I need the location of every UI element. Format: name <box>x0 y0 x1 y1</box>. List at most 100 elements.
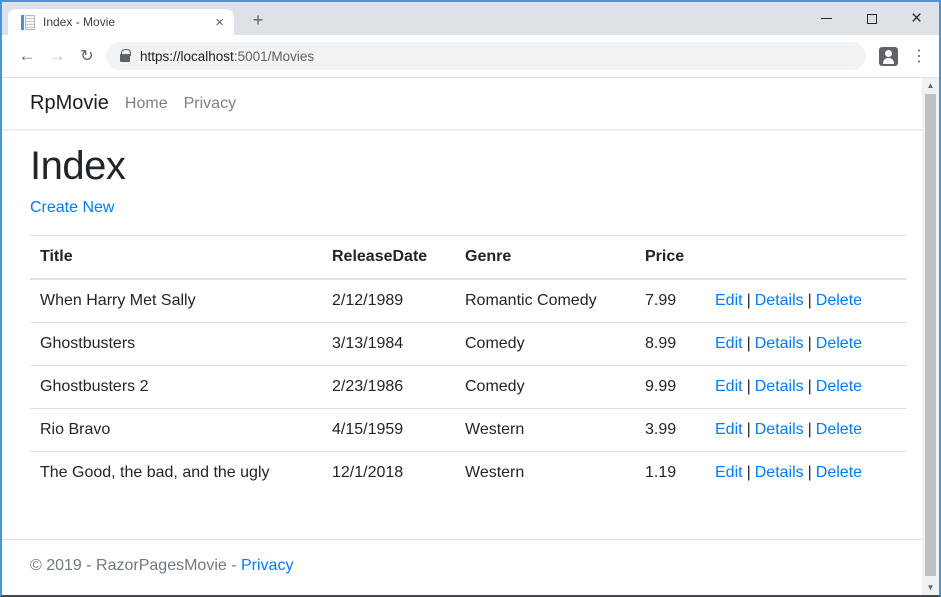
cell-actions: Edit|Details|Delete <box>705 366 907 409</box>
tab-close-icon[interactable]: × <box>215 15 224 30</box>
scroll-up-icon[interactable]: ▲ <box>927 78 935 93</box>
close-button[interactable]: × <box>894 2 939 35</box>
header-price: Price <box>635 236 705 280</box>
nav-link-home[interactable]: Home <box>117 95 176 113</box>
link-separator: | <box>808 292 812 309</box>
delete-link[interactable]: Delete <box>816 421 862 438</box>
table-row: Ghostbusters 3/13/1984 Comedy 8.99 Edit|… <box>30 323 907 366</box>
cell-genre: Western <box>455 452 635 495</box>
address-bar[interactable]: https://localhost:5001/Movies <box>106 42 866 70</box>
navbar-brand[interactable]: RpMovie <box>30 92 109 115</box>
profile-icon <box>879 47 898 66</box>
main-content: Index Create New Title ReleaseDate Genre… <box>2 144 939 494</box>
cell-release-date: 3/13/1984 <box>322 323 455 366</box>
cell-actions: Edit|Details|Delete <box>705 452 907 495</box>
cell-genre: Western <box>455 409 635 452</box>
edit-link[interactable]: Edit <box>715 464 743 481</box>
browser-window: Index - Movie × + × ← → ↻ https://localh… <box>0 0 941 597</box>
delete-link[interactable]: Delete <box>816 292 862 309</box>
page-title: Index <box>30 144 903 189</box>
reload-icon[interactable]: ↻ <box>72 41 102 71</box>
close-icon: × <box>911 9 922 28</box>
header-actions <box>705 236 907 280</box>
favicon-icon <box>21 15 35 30</box>
details-link[interactable]: Details <box>755 292 804 309</box>
movies-table: Title ReleaseDate Genre Price When Harry… <box>30 235 907 494</box>
details-link[interactable]: Details <box>755 421 804 438</box>
edit-link[interactable]: Edit <box>715 292 743 309</box>
table-header-row: Title ReleaseDate Genre Price <box>30 236 907 280</box>
footer-privacy-link[interactable]: Privacy <box>241 557 293 574</box>
url-text[interactable]: https://localhost:5001/Movies <box>140 49 314 64</box>
tab-title: Index - Movie <box>43 15 215 29</box>
toolbar-right: ⋮ <box>875 41 931 71</box>
delete-link[interactable]: Delete <box>816 464 862 481</box>
edit-link[interactable]: Edit <box>715 378 743 395</box>
browser-tab[interactable]: Index - Movie × <box>8 9 234 35</box>
edit-link[interactable]: Edit <box>715 421 743 438</box>
link-separator: | <box>808 464 812 481</box>
back-icon[interactable]: ← <box>12 41 42 71</box>
minimize-icon <box>821 18 832 19</box>
cell-release-date: 2/12/1989 <box>322 279 455 323</box>
cell-price: 8.99 <box>635 323 705 366</box>
window-controls: × <box>804 2 939 35</box>
header-release-date: ReleaseDate <box>322 236 455 280</box>
create-new-link[interactable]: Create New <box>30 199 114 217</box>
cell-price: 3.99 <box>635 409 705 452</box>
maximize-button[interactable] <box>849 2 894 35</box>
details-link[interactable]: Details <box>755 464 804 481</box>
browser-titlebar[interactable]: Index - Movie × + × <box>2 2 939 35</box>
cell-title: Ghostbusters 2 <box>30 366 322 409</box>
cell-title: Rio Bravo <box>30 409 322 452</box>
edit-link[interactable]: Edit <box>715 335 743 352</box>
profile-button[interactable] <box>875 43 901 69</box>
cell-title: Ghostbusters <box>30 323 322 366</box>
page-viewport: RpMovie Home Privacy Index Create New Ti… <box>2 78 939 595</box>
link-separator: | <box>808 378 812 395</box>
cell-price: 7.99 <box>635 279 705 323</box>
cell-price: 1.19 <box>635 452 705 495</box>
scroll-down-icon[interactable]: ▼ <box>927 580 935 595</box>
details-link[interactable]: Details <box>755 335 804 352</box>
delete-link[interactable]: Delete <box>816 335 862 352</box>
cell-genre: Romantic Comedy <box>455 279 635 323</box>
copyright-text: © 2019 - RazorPagesMovie - <box>30 557 241 574</box>
cell-release-date: 12/1/2018 <box>322 452 455 495</box>
new-tab-button[interactable]: + <box>245 7 271 33</box>
site-footer: © 2019 - RazorPagesMovie - Privacy <box>2 539 939 595</box>
minimize-button[interactable] <box>804 2 849 35</box>
cell-actions: Edit|Details|Delete <box>705 323 907 366</box>
forward-icon: → <box>42 41 72 71</box>
cell-title: The Good, the bad, and the ugly <box>30 452 322 495</box>
table-row: Rio Bravo 4/15/1959 Western 3.99 Edit|De… <box>30 409 907 452</box>
url-path: :5001/Movies <box>234 49 314 64</box>
cell-title: When Harry Met Sally <box>30 279 322 323</box>
nav-link-privacy[interactable]: Privacy <box>176 95 244 113</box>
cell-actions: Edit|Details|Delete <box>705 279 907 323</box>
browser-toolbar: ← → ↻ https://localhost:5001/Movies ⋮ <box>2 35 939 78</box>
delete-link[interactable]: Delete <box>816 378 862 395</box>
details-link[interactable]: Details <box>755 378 804 395</box>
link-separator: | <box>747 421 751 438</box>
scrollbar-thumb[interactable] <box>925 94 936 576</box>
cell-actions: Edit|Details|Delete <box>705 409 907 452</box>
browser-menu-icon[interactable]: ⋮ <box>907 41 931 71</box>
header-title: Title <box>30 236 322 280</box>
table-row: When Harry Met Sally 2/12/1989 Romantic … <box>30 279 907 323</box>
cell-genre: Comedy <box>455 323 635 366</box>
header-genre: Genre <box>455 236 635 280</box>
cell-price: 9.99 <box>635 366 705 409</box>
link-separator: | <box>747 378 751 395</box>
table-row: The Good, the bad, and the ugly 12/1/201… <box>30 452 907 495</box>
table-row: Ghostbusters 2 2/23/1986 Comedy 9.99 Edi… <box>30 366 907 409</box>
link-separator: | <box>747 335 751 352</box>
url-host: https://localhost <box>140 49 234 64</box>
vertical-scrollbar[interactable]: ▲ ▼ <box>922 78 939 595</box>
lock-icon[interactable] <box>120 54 130 62</box>
maximize-icon <box>867 14 877 24</box>
link-separator: | <box>747 292 751 309</box>
cell-release-date: 4/15/1959 <box>322 409 455 452</box>
cell-genre: Comedy <box>455 366 635 409</box>
link-separator: | <box>747 464 751 481</box>
